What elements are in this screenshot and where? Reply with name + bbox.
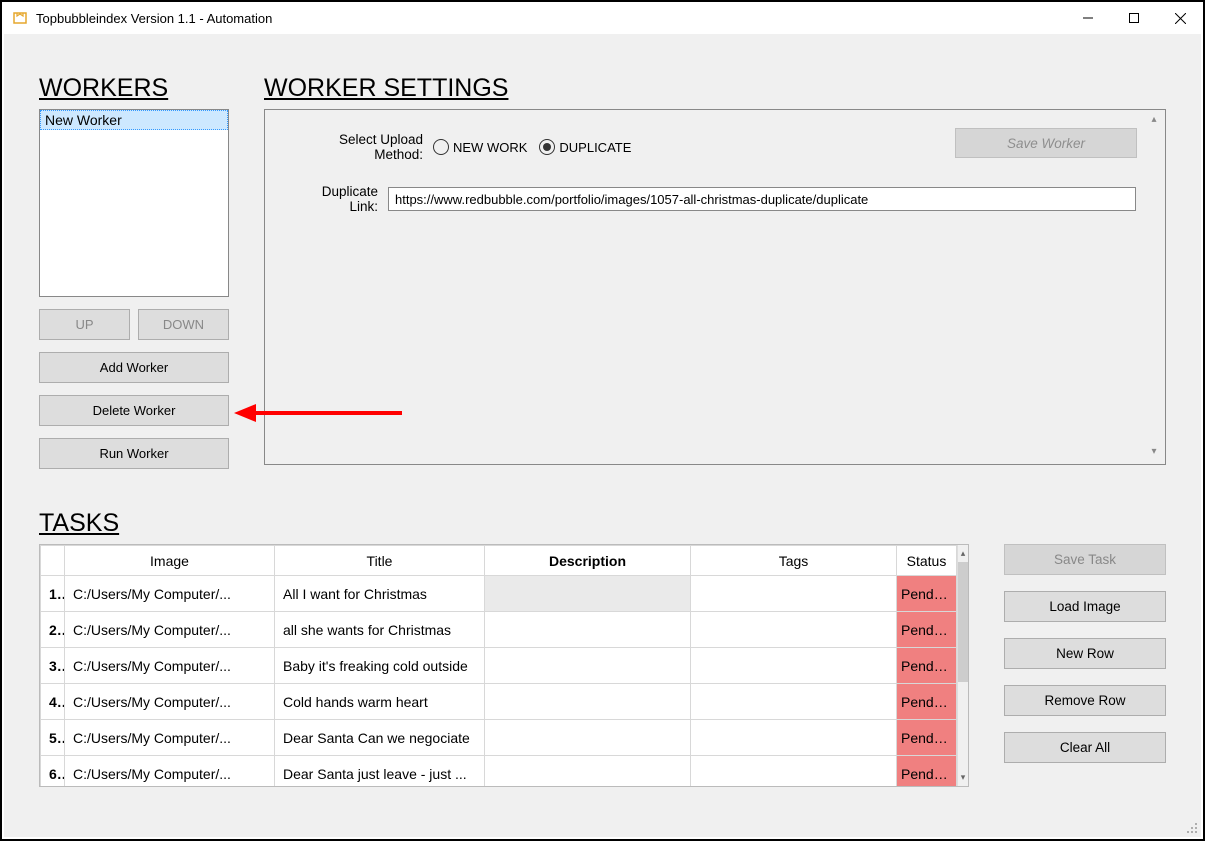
duplicate-link-label: Duplicate Link: xyxy=(293,184,388,214)
tasks-heading: TASKS xyxy=(39,509,1166,538)
cell-status: Pending xyxy=(897,684,957,720)
down-button[interactable]: DOWN xyxy=(138,309,229,340)
col-description[interactable]: Description xyxy=(485,546,691,576)
cell-description[interactable] xyxy=(485,684,691,720)
cell-title[interactable]: Baby it's freaking cold outside xyxy=(275,648,485,684)
scroll-down-icon[interactable]: ▾ xyxy=(1147,446,1161,460)
workers-heading: WORKERS xyxy=(39,74,229,103)
cell-image[interactable]: C:/Users/My Computer/... xyxy=(65,756,275,788)
tasks-scrollbar[interactable]: ▴ ▾ xyxy=(957,545,968,786)
table-row[interactable]: 4C:/Users/My Computer/...Cold hands warm… xyxy=(41,684,957,720)
corner-cell xyxy=(41,546,65,576)
scroll-down-icon[interactable]: ▾ xyxy=(958,769,968,786)
workers-list[interactable]: New Worker xyxy=(39,109,229,297)
table-row[interactable]: 1C:/Users/My Computer/...All I want for … xyxy=(41,576,957,612)
cell-status: Pending xyxy=(897,612,957,648)
cell-status: Pending xyxy=(897,576,957,612)
cell-title[interactable]: all she wants for Christmas xyxy=(275,612,485,648)
table-row[interactable]: 5C:/Users/My Computer/...Dear Santa Can … xyxy=(41,720,957,756)
row-number: 6 xyxy=(41,756,65,788)
cell-image[interactable]: C:/Users/My Computer/... xyxy=(65,612,275,648)
settings-panel: ▴ ▾ Save Worker Select Upload Method: NE… xyxy=(264,109,1166,465)
cell-description[interactable] xyxy=(485,648,691,684)
col-image[interactable]: Image xyxy=(65,546,275,576)
cell-tags[interactable] xyxy=(691,576,897,612)
col-tags[interactable]: Tags xyxy=(691,546,897,576)
scroll-thumb[interactable] xyxy=(958,562,968,682)
minimize-button[interactable] xyxy=(1065,2,1111,34)
radio-new-work[interactable]: NEW WORK xyxy=(433,139,527,155)
cell-tags[interactable] xyxy=(691,612,897,648)
row-number: 1 xyxy=(41,576,65,612)
up-button[interactable]: UP xyxy=(39,309,130,340)
cell-image[interactable]: C:/Users/My Computer/... xyxy=(65,684,275,720)
upload-method-label: Select Upload Method: xyxy=(293,132,433,162)
table-row[interactable]: 6C:/Users/My Computer/...Dear Santa just… xyxy=(41,756,957,788)
cell-status: Pending xyxy=(897,756,957,788)
maximize-button[interactable] xyxy=(1111,2,1157,34)
cell-description[interactable] xyxy=(485,576,691,612)
cell-image[interactable]: C:/Users/My Computer/... xyxy=(65,720,275,756)
radio-icon xyxy=(539,139,555,155)
app-icon xyxy=(12,10,28,26)
cell-title[interactable]: Dear Santa just leave - just ... xyxy=(275,756,485,788)
cell-tags[interactable] xyxy=(691,720,897,756)
new-row-button[interactable]: New Row xyxy=(1004,638,1166,669)
add-worker-button[interactable]: Add Worker xyxy=(39,352,229,383)
window-title: Topbubbleindex Version 1.1 - Automation xyxy=(36,11,272,26)
resize-grip-icon[interactable] xyxy=(1185,821,1199,835)
cell-image[interactable]: C:/Users/My Computer/... xyxy=(65,576,275,612)
tasks-table[interactable]: Image Title Description Tags Status 1C:/… xyxy=(39,544,969,787)
row-number: 3 xyxy=(41,648,65,684)
cell-tags[interactable] xyxy=(691,684,897,720)
save-task-button[interactable]: Save Task xyxy=(1004,544,1166,575)
cell-tags[interactable] xyxy=(691,756,897,788)
cell-title[interactable]: Dear Santa Can we negociate xyxy=(275,720,485,756)
table-row[interactable]: 3C:/Users/My Computer/...Baby it's freak… xyxy=(41,648,957,684)
row-number: 5 xyxy=(41,720,65,756)
cell-description[interactable] xyxy=(485,756,691,788)
close-button[interactable] xyxy=(1157,2,1203,34)
cell-title[interactable]: Cold hands warm heart xyxy=(275,684,485,720)
settings-heading: WORKER SETTINGS xyxy=(264,74,1166,103)
cell-tags[interactable] xyxy=(691,648,897,684)
cell-status: Pending xyxy=(897,648,957,684)
workers-list-item[interactable]: New Worker xyxy=(40,110,228,130)
row-number: 4 xyxy=(41,684,65,720)
cell-description[interactable] xyxy=(485,612,691,648)
cell-title[interactable]: All I want for Christmas xyxy=(275,576,485,612)
row-number: 2 xyxy=(41,612,65,648)
radio-duplicate[interactable]: DUPLICATE xyxy=(539,139,631,155)
run-worker-button[interactable]: Run Worker xyxy=(39,438,229,469)
clear-all-button[interactable]: Clear All xyxy=(1004,732,1166,763)
save-worker-button[interactable]: Save Worker xyxy=(955,128,1137,158)
delete-worker-button[interactable]: Delete Worker xyxy=(39,395,229,426)
cell-image[interactable]: C:/Users/My Computer/... xyxy=(65,648,275,684)
scroll-up-icon[interactable]: ▴ xyxy=(1147,114,1161,128)
cell-status: Pending xyxy=(897,720,957,756)
table-row[interactable]: 2C:/Users/My Computer/...all she wants f… xyxy=(41,612,957,648)
remove-row-button[interactable]: Remove Row xyxy=(1004,685,1166,716)
titlebar: Topbubbleindex Version 1.1 - Automation xyxy=(2,2,1203,34)
cell-description[interactable] xyxy=(485,720,691,756)
radio-icon xyxy=(433,139,449,155)
duplicate-link-input[interactable] xyxy=(388,187,1136,211)
load-image-button[interactable]: Load Image xyxy=(1004,591,1166,622)
scroll-up-icon[interactable]: ▴ xyxy=(958,545,968,562)
col-title[interactable]: Title xyxy=(275,546,485,576)
col-status[interactable]: Status xyxy=(897,546,957,576)
